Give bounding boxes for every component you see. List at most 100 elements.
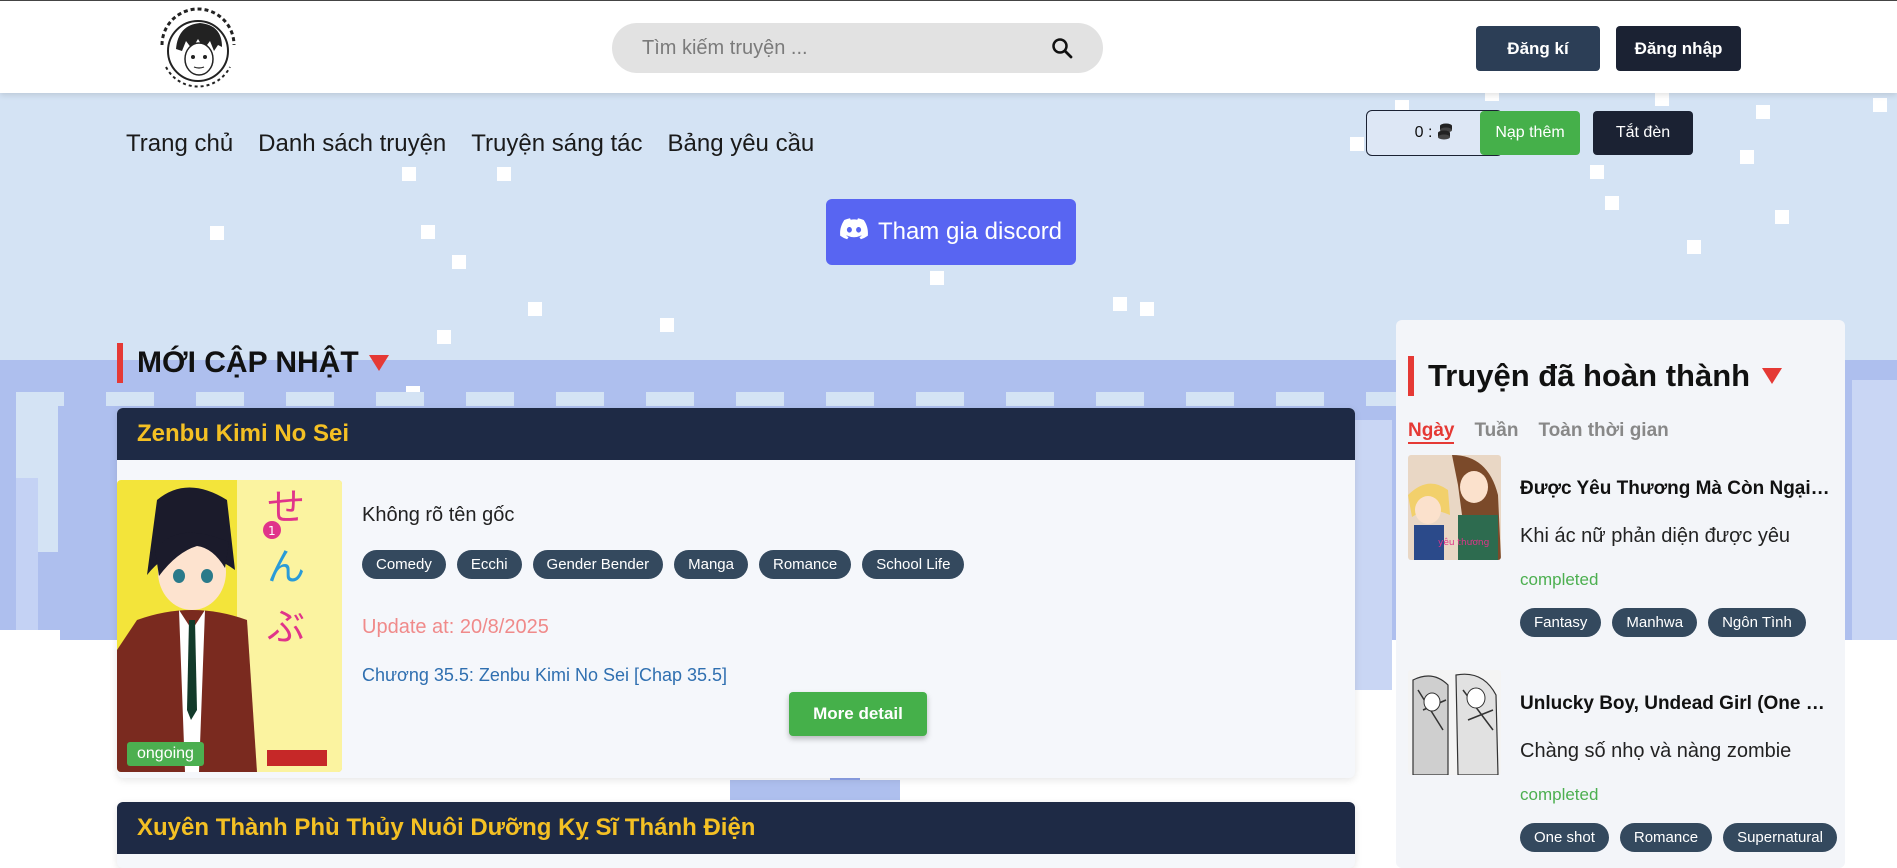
tag-one-shot[interactable]: One shot	[1520, 823, 1609, 852]
more-detail-button[interactable]: More detail	[789, 692, 927, 736]
pixel-decoration	[452, 255, 466, 269]
pixel-decoration	[528, 302, 542, 316]
tag-supernatural[interactable]: Supernatural	[1723, 823, 1837, 852]
pixel-decoration	[736, 392, 784, 406]
sidebar-title: Truyện đã hoàn thành	[1408, 356, 1783, 396]
comic-cover[interactable]: せ ん ぶ 1 ongoing	[117, 480, 342, 772]
tab-day[interactable]: Ngày	[1408, 420, 1455, 444]
nav-home[interactable]: Trang chủ	[126, 130, 233, 158]
status-badge: ongoing	[127, 742, 204, 766]
pixel-decoration	[196, 392, 244, 406]
svg-text:ぶ: ぶ	[267, 605, 305, 649]
pixel-decoration	[1006, 392, 1054, 406]
pixel-decoration	[402, 167, 416, 181]
site-logo[interactable]	[148, 5, 248, 93]
coins-icon	[1436, 122, 1454, 145]
completed-status: completed	[1520, 785, 1599, 804]
pixel-decoration	[1873, 98, 1887, 112]
comic-title[interactable]: Zenbu Kimi No Sei	[117, 408, 1355, 460]
logo-image	[160, 7, 236, 88]
completed-comic-thumbnail[interactable]	[1408, 670, 1501, 775]
pixel-decoration	[1852, 380, 1897, 640]
coin-balance-label: 0 :	[1414, 124, 1433, 141]
pixel-decoration	[1113, 297, 1127, 311]
pixel-decoration	[286, 392, 334, 406]
pixel-decoration	[106, 392, 154, 406]
pixel-decoration	[437, 330, 451, 344]
discord-join-button[interactable]: Tham gia discord	[826, 199, 1076, 265]
pixel-decoration	[1687, 240, 1701, 254]
completed-comic-title[interactable]: Unlucky Boy, Undead Girl (One Shot)	[1520, 693, 1830, 715]
pixel-decoration	[1096, 392, 1144, 406]
pixel-decoration	[16, 478, 38, 630]
update-date: Update at: 20/8/2025	[362, 616, 549, 638]
register-button[interactable]: Đăng kí	[1476, 26, 1600, 71]
pixel-decoration	[1590, 165, 1604, 179]
tag-manga[interactable]: Manga	[674, 550, 748, 579]
pixel-decoration	[497, 167, 511, 181]
pixel-decoration	[1350, 137, 1364, 151]
tag-gender-bender[interactable]: Gender Bender	[532, 550, 664, 579]
section-title-latest: MỚI CẬP NHẬT	[117, 343, 389, 383]
caret-down-icon	[1762, 368, 1783, 384]
completed-status: completed	[1520, 570, 1599, 589]
nav-original-comics[interactable]: Truyện sáng tác	[471, 130, 642, 158]
pixel-decoration	[466, 392, 514, 406]
toggle-lights-button[interactable]: Tắt đèn	[1593, 111, 1693, 155]
tag-romance[interactable]: Romance	[759, 550, 852, 579]
genre-tags: Fantasy Manhwa Ngôn Tình	[1520, 608, 1806, 637]
tag-fantasy[interactable]: Fantasy	[1520, 608, 1602, 637]
tag-manhwa[interactable]: Manhwa	[1612, 608, 1698, 637]
search-bar	[612, 23, 1103, 73]
pixel-decoration	[730, 780, 900, 800]
genre-tags: One shot Romance Supernatural	[1520, 823, 1837, 852]
completed-comic-title[interactable]: Được Yêu Thương Mà Còn Ngại Ngùng Sao	[1520, 478, 1830, 500]
tag-romance[interactable]: Romance	[1619, 823, 1713, 852]
pixel-decoration	[646, 392, 694, 406]
pixel-decoration	[1352, 690, 1392, 868]
pixel-decoration	[1352, 420, 1392, 700]
comic-cover-image: せ ん ぶ 1	[117, 480, 342, 772]
discord-icon	[840, 217, 868, 247]
pixel-decoration	[0, 630, 60, 868]
search-input[interactable]	[642, 35, 1022, 61]
pixel-decoration	[660, 318, 674, 332]
search-icon[interactable]	[1051, 37, 1073, 59]
pixel-decoration	[1605, 196, 1619, 210]
topup-button[interactable]: Nạp thêm	[1480, 111, 1580, 155]
comic-card[interactable]: Zenbu Kimi No Sei せ ん ぶ 1 ongoing Không …	[117, 408, 1355, 778]
pixel-decoration	[916, 392, 964, 406]
main-nav: Trang chủ Danh sách truyện Truyện sáng t…	[126, 130, 814, 158]
latest-chapter-link[interactable]: Chương 35.5: Zenbu Kimi No Sei [Chap 35.…	[362, 665, 727, 686]
pixel-decoration	[1276, 392, 1324, 406]
period-tabs: Ngày Tuần Toàn thời gian	[1408, 420, 1669, 444]
tag-ecchi[interactable]: Ecchi	[456, 550, 522, 579]
login-button[interactable]: Đăng nhập	[1616, 26, 1741, 71]
comic-title[interactable]: Xuyên Thành Phù Thủy Nuôi Dưỡng Kỵ Sĩ Th…	[117, 802, 1355, 854]
svg-text:1: 1	[268, 524, 276, 538]
completed-comic-description: Chàng số nhọ và nàng zombie	[1520, 740, 1792, 762]
tab-all-time[interactable]: Toàn thời gian	[1538, 420, 1668, 444]
pixel-decoration	[1655, 92, 1669, 106]
pixel-decoration	[826, 392, 874, 406]
completed-comic-description: Khi ác nữ phản diện được yêu	[1520, 525, 1791, 547]
tab-week[interactable]: Tuần	[1474, 420, 1518, 444]
pixel-decoration	[930, 271, 944, 285]
svg-text:ん: ん	[267, 545, 305, 589]
completed-comic-thumbnail[interactable]: yêu thương	[1408, 455, 1501, 560]
pixel-decoration	[210, 226, 224, 240]
thumbnail-image: yêu thương	[1408, 455, 1501, 560]
nav-request-board[interactable]: Bảng yêu cầu	[667, 130, 814, 158]
tag-ngon-tinh[interactable]: Ngôn Tình	[1708, 608, 1806, 637]
section-title-text: MỚI CẬP NHẬT	[137, 346, 359, 379]
nav-comic-list[interactable]: Danh sách truyện	[258, 130, 446, 158]
pixel-decoration	[1740, 150, 1754, 164]
comic-card[interactable]: Xuyên Thành Phù Thủy Nuôi Dưỡng Kỵ Sĩ Th…	[117, 802, 1355, 868]
caret-down-icon	[368, 355, 389, 371]
tag-comedy[interactable]: Comedy	[362, 550, 446, 579]
pixel-decoration	[1756, 105, 1770, 119]
tag-school-life[interactable]: School Life	[862, 550, 965, 579]
completed-comics-sidebar: Truyện đã hoàn thành Ngày Tuần Toàn thời…	[1396, 320, 1845, 868]
pixel-decoration	[556, 392, 604, 406]
top-header: Đăng kí Đăng nhập	[0, 0, 1897, 93]
